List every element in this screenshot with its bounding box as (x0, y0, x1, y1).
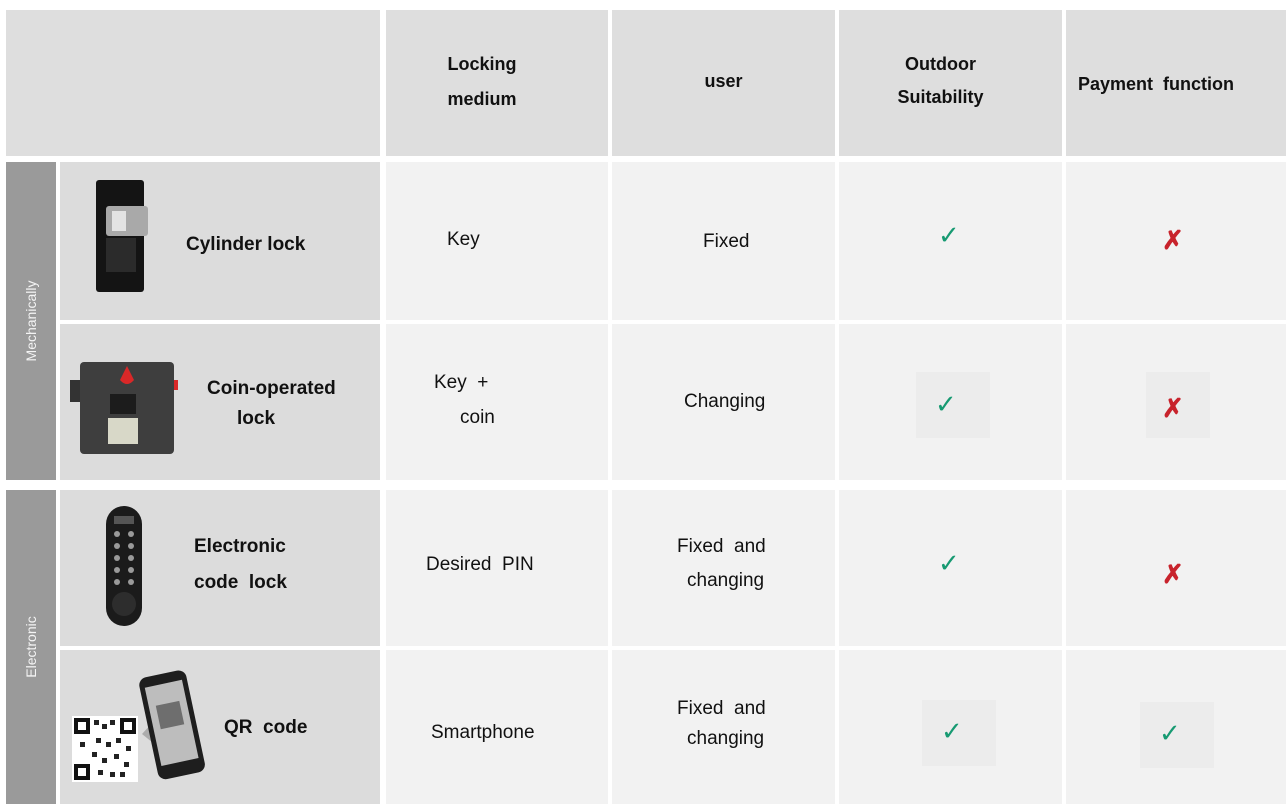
cell-medium-row2: Key + coin (386, 324, 608, 480)
lock-name-electronic-line2: code lock (194, 572, 287, 593)
user-row4-line2: changing (687, 728, 765, 749)
lock-cell-electronic: Electronic code lock (60, 490, 380, 646)
cross-icon: ✗ (1162, 559, 1184, 589)
cell-user-row1: Fixed (612, 162, 835, 320)
cell-user-row4: Fixed and changing (612, 650, 835, 804)
checkmark-icon: ✓ (938, 548, 960, 578)
lock-name-electronic-line1: Electronic (194, 536, 286, 557)
user-row1: Fixed (703, 231, 750, 252)
cell-user-row3: Fixed and changing (612, 490, 835, 646)
header-locking-medium-line2: medium (447, 89, 517, 109)
header-payment: Payment function (1066, 10, 1286, 156)
medium-row2-line2: coin (460, 407, 495, 428)
header-user: user (612, 10, 835, 156)
cell-medium-row4: Smartphone (386, 650, 608, 804)
medium-row3: Desired PIN (426, 554, 534, 575)
cell-medium-row1: Key (386, 162, 608, 320)
electronic-lock-image (106, 506, 142, 626)
cell-outdoor-row2: ✓ (839, 324, 1062, 480)
header-user-text: user (704, 71, 743, 91)
lock-cell-cylinder: Cylinder lock (60, 162, 380, 320)
coin-lock-image (70, 362, 178, 454)
lock-name-cylinder: Cylinder lock (186, 234, 306, 255)
header-outdoor-line1: Outdoor (905, 54, 976, 74)
cell-payment-row4: ✓ (1066, 650, 1286, 804)
lock-cell-qr: QR code (60, 650, 380, 804)
group-electronic-label: Electronic (23, 616, 39, 678)
lock-cell-coin: Coin-operated lock (60, 324, 380, 480)
cross-icon: ✗ (1162, 225, 1184, 255)
cell-outdoor-row4: ✓ (839, 650, 1062, 804)
cell-payment-row2: ✗ (1066, 324, 1286, 480)
header-empty-cell (6, 10, 380, 156)
cell-medium-row3: Desired PIN (386, 490, 608, 646)
header-locking-medium: Locking medium (386, 10, 608, 156)
cross-icon: ✗ (1162, 393, 1184, 423)
checkmark-icon: ✓ (938, 220, 960, 250)
header-outdoor-line2: Suitability (897, 87, 984, 107)
lock-name-coin-line2: lock (237, 408, 276, 429)
user-row3-line1: Fixed and (677, 536, 766, 557)
cell-payment-row1: ✗ (1066, 162, 1286, 320)
cell-payment-row3: ✗ (1066, 490, 1286, 646)
checkmark-icon: ✓ (941, 716, 963, 746)
checkmark-icon: ✓ (935, 389, 957, 419)
group-mechanical: Mechanically (6, 162, 56, 480)
header-payment-text: Payment function (1077, 74, 1234, 94)
cell-user-row2: Changing (612, 324, 835, 480)
group-mechanical-label: Mechanically (23, 280, 39, 362)
medium-row4: Smartphone (431, 722, 535, 743)
header-locking-medium-line1: Locking (447, 54, 517, 74)
user-row4-line1: Fixed and (677, 698, 766, 719)
user-row2: Changing (684, 391, 766, 412)
medium-row1: Key (447, 229, 480, 250)
cell-outdoor-row1: ✓ (839, 162, 1062, 320)
user-row3-line2: changing (687, 570, 765, 591)
cylinder-lock-image (96, 180, 148, 292)
header-outdoor: Outdoor Suitability (839, 10, 1062, 156)
checkmark-icon: ✓ (1159, 718, 1181, 748)
qr-smartphone-image (72, 670, 205, 782)
lock-name-coin-line1: Coin-operated (207, 378, 336, 399)
medium-row2-line1: Key + (434, 372, 489, 393)
group-electronic: Electronic (6, 490, 56, 804)
lock-name-qr: QR code (224, 717, 308, 738)
cell-outdoor-row3: ✓ (839, 490, 1062, 646)
